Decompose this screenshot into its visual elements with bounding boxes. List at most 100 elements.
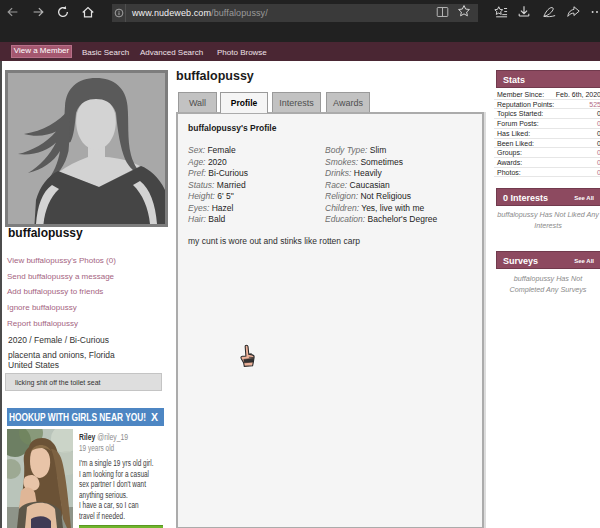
surveys-title: Surveys (503, 256, 538, 266)
url-text[interactable]: www.nudeweb.com/buffalopussy/ (126, 8, 436, 18)
stat-row-photos: Photos:0 (494, 168, 600, 178)
attribute-value: Slim (370, 145, 387, 155)
attribute-label: Body Type: (325, 145, 367, 155)
address-bar-actions (436, 4, 478, 22)
ignore-link[interactable]: Ignore buffalopussy (7, 303, 77, 312)
stat-label: Awards: (497, 159, 522, 167)
page-title: buffalopussy (176, 69, 254, 83)
ad-girl-name: Riley (79, 432, 95, 442)
interests-title: 0 Interests (503, 193, 548, 203)
profile-quote-box: licking shit off the toilet seat (5, 373, 162, 391)
advertisement[interactable]: HOOKUP WITH GIRLS NEAR YOU! X (5, 406, 163, 528)
attribute-value: Caucasian (350, 180, 390, 190)
tab-interests[interactable]: Interests (272, 92, 321, 113)
stat-row-been-liked: Been Liked:0 (494, 139, 600, 149)
ad-description-line: I'm a single 19 yrs old girl. (79, 458, 160, 469)
stat-row-reputation-points: Reputation Points:525 (494, 100, 600, 110)
view-photos-link[interactable]: View buffalopussy's Photos (0) (7, 256, 116, 265)
attribute-label: Drinks: (325, 168, 351, 178)
attribute-label: Education: (325, 214, 365, 224)
home-icon[interactable] (79, 3, 97, 21)
attribute-label: Eyes: (188, 203, 209, 213)
empty-message-line: Interests (494, 221, 600, 232)
share-icon[interactable] (564, 3, 582, 21)
stat-label: Has Liked: (497, 130, 530, 138)
interests-see-all-link[interactable]: See All (574, 195, 594, 201)
ad-body: Riley @riley_19 19 years old I'm a singl… (79, 432, 160, 522)
stat-label: Photos: (497, 169, 521, 177)
refresh-icon[interactable] (54, 3, 72, 21)
right-sidebar: Stats Member Since:Feb. 6th, 2020 Reputa… (494, 70, 600, 310)
attribute-label: Race: (325, 180, 347, 190)
interests-empty-message: buffalopussy Has Not Liked Any Interests (494, 210, 600, 231)
url-path: /buffalopussy/ (211, 8, 268, 18)
profile-location-line2: United States (8, 361, 115, 371)
attribute-label: Smokes: (325, 157, 358, 167)
attribute-value: Bi-Curious (208, 168, 248, 178)
site-navbar: View a Member Basic Search Advanced Sear… (0, 42, 600, 61)
attribute-value: Yes, live with me (361, 203, 424, 213)
attributes-right-column: Body Type: Slim Smokes: Sometimes Drinks… (325, 145, 437, 226)
attribute-value: Bald (208, 214, 225, 224)
address-bar[interactable]: www.nudeweb.com/buffalopussy/ (112, 4, 478, 22)
profile-tabs: Wall Profile Interests Awards (178, 92, 370, 113)
ad-photo[interactable] (7, 429, 75, 528)
forward-icon[interactable] (29, 3, 47, 21)
ad-description-line: travel if needed. (79, 511, 160, 522)
stat-row-groups: Groups:0 (494, 148, 600, 158)
tab-awards[interactable]: Awards (326, 92, 370, 113)
hub-favorites-icon[interactable] (491, 3, 509, 21)
stat-row-topics-started: Topics Started:0 (494, 109, 600, 119)
nav-item-view-a-member[interactable]: View a Member (11, 45, 72, 58)
download-icon[interactable] (515, 3, 533, 21)
add-friend-link[interactable]: Add buffalopussy to friends (7, 287, 103, 296)
favorite-star-icon[interactable] (457, 4, 471, 22)
browser-toolbar: www.nudeweb.com/buffalopussy/ (0, 0, 600, 42)
ad-description: I'm a single 19 yrs old girl. I am looki… (79, 458, 160, 522)
attribute-label: Sex: (188, 145, 205, 155)
nav-item-advanced-search[interactable]: Advanced Search (140, 48, 203, 57)
profile-quote: licking shit off the toilet seat (6, 379, 100, 386)
attribute-value: 6' 5" (217, 191, 233, 201)
stat-label: Been Liked: (497, 140, 534, 148)
stat-label: Groups: (497, 149, 522, 157)
stat-row-has-liked: Has Liked:0 (494, 129, 600, 139)
stats-header: Stats (496, 70, 600, 88)
attribute-value: Hazel (212, 203, 234, 213)
attribute-value: Married (217, 180, 246, 190)
stat-row-forum-posts: Forum Posts:0 (494, 119, 600, 129)
stats-title: Stats (503, 75, 525, 85)
ad-description-line: sex partner I don't want (79, 479, 160, 490)
surveys-see-all-link[interactable]: See All (574, 258, 594, 264)
nav-item-basic-search[interactable]: Basic Search (82, 48, 129, 57)
send-message-link[interactable]: Send buffalopussy a message (7, 272, 114, 281)
ad-header[interactable]: HOOKUP WITH GIRLS NEAR YOU! X (7, 408, 164, 426)
nav-item-photo-browse[interactable]: Photo Browse (217, 48, 267, 57)
profile-summary: 2020 / Female / Bi-Curious (8, 335, 109, 345)
surveys-empty-message: buffalopussy Has Not Completed Any Surve… (494, 274, 600, 295)
attribute-label: Children: (325, 203, 359, 213)
stat-row-member-since: Member Since:Feb. 6th, 2020 (494, 90, 600, 100)
web-notes-icon[interactable] (540, 3, 558, 21)
profile-avatar[interactable] (5, 70, 168, 227)
stat-label: Topics Started: (497, 110, 543, 118)
profile-username: buffalopussy (8, 226, 83, 240)
profile-panel-title: buffalopussy's Profile (188, 123, 276, 133)
empty-message-line: buffalopussy Has Not (494, 274, 600, 285)
back-icon[interactable] (4, 3, 22, 21)
page-content: buffalopussy View buffalopussy's Photos … (0, 61, 600, 528)
report-link[interactable]: Report buffalopussy (7, 319, 78, 328)
reading-view-icon[interactable] (436, 4, 449, 22)
stat-label: Member Since: (497, 91, 544, 99)
attributes-left-column: Sex: Female Age: 2020 Pref: Bi-Curious S… (188, 145, 248, 226)
ad-girl-handle: @riley_19 (97, 432, 128, 442)
more-icon[interactable] (588, 3, 600, 21)
empty-message-line: buffalopussy Has Not Liked Any (494, 210, 600, 221)
attribute-label: Age: (188, 157, 206, 167)
attribute-value: Female (207, 145, 235, 155)
stat-value[interactable]: 525 (589, 101, 600, 109)
tab-wall[interactable]: Wall (178, 92, 217, 113)
ad-close-icon[interactable]: X (151, 411, 158, 423)
tab-profile[interactable]: Profile (220, 92, 268, 113)
site-info-icon[interactable] (112, 4, 126, 22)
